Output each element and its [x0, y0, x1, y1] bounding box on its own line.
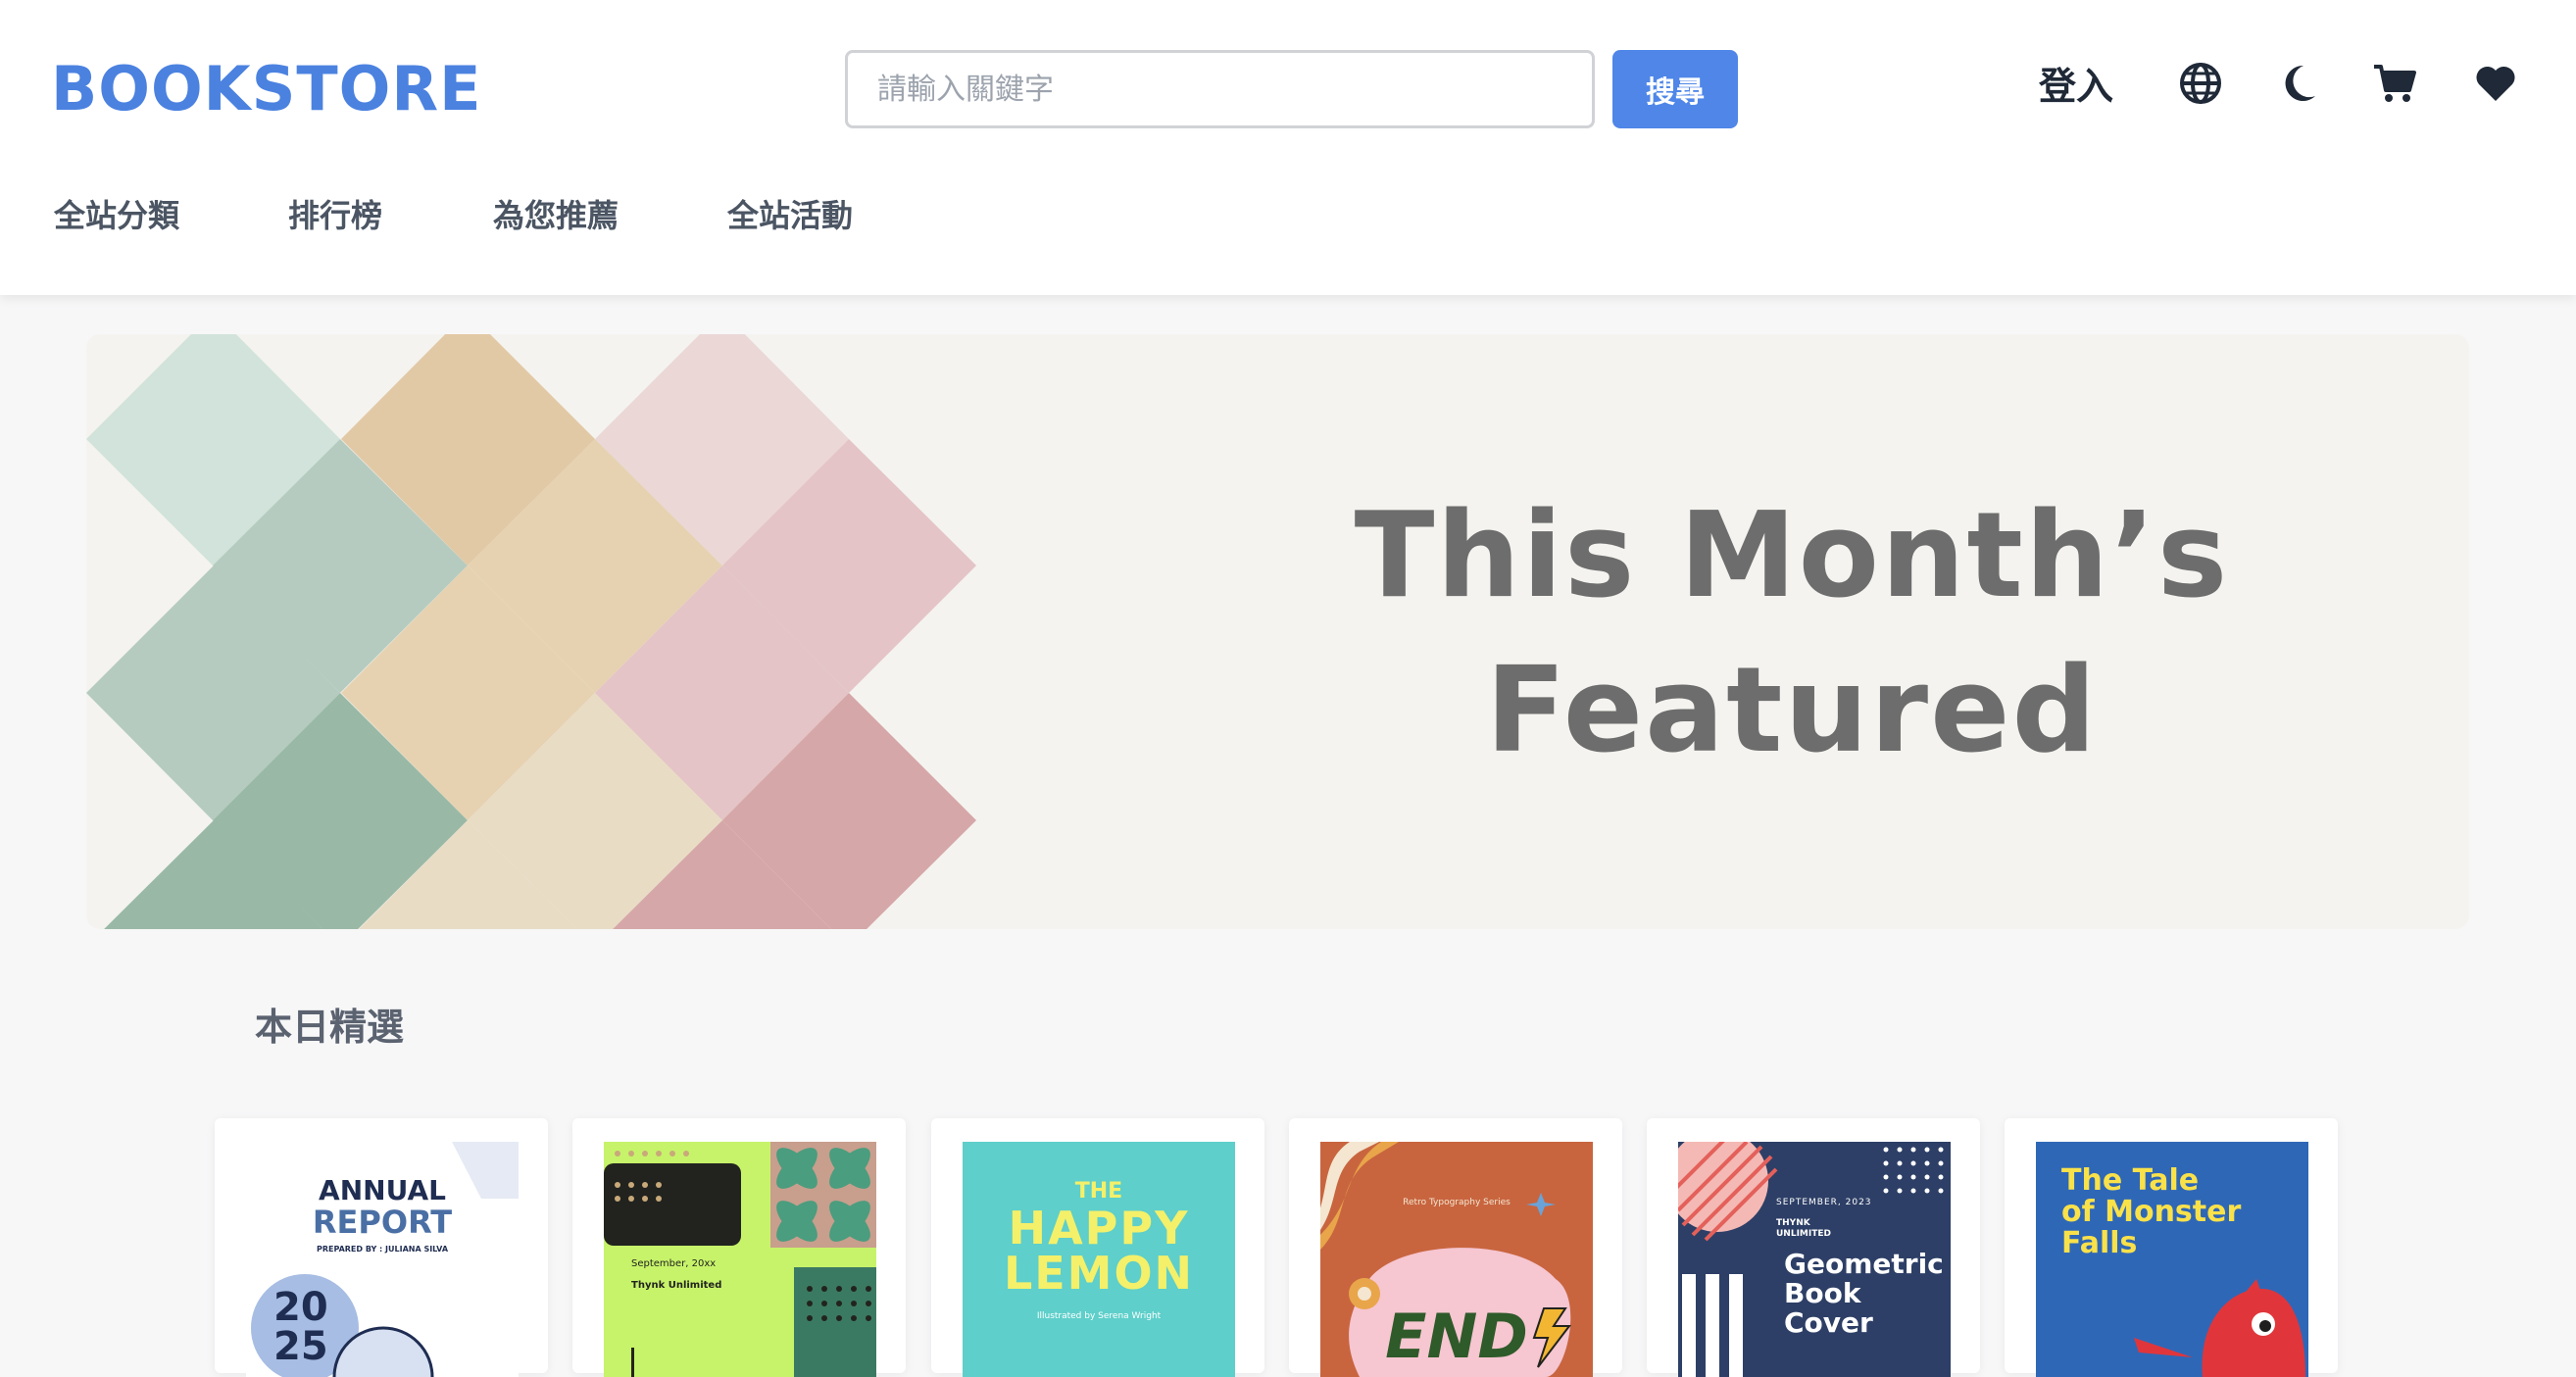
featured-banner[interactable]: This Month’s Featured — [86, 334, 2469, 929]
globe-icon[interactable] — [2178, 61, 2223, 106]
book-card[interactable]: THE HAPPY LEMON Illustrated by Serena Wr… — [931, 1118, 1264, 1377]
book-card[interactable]: ANNUAL REPORT PREPARED BY : JULIANA SILV… — [215, 1118, 548, 1377]
banner-headline-line2: Featured — [1485, 643, 2099, 779]
cover-series: Retro Typography Series — [1403, 1198, 1511, 1207]
nav-item-events[interactable]: 全站活動 — [727, 192, 853, 239]
cover-publisher: UNLIMITED — [1776, 1229, 1831, 1239]
cover-title: of Monster — [2061, 1195, 2242, 1229]
book-cover[interactable]: SEPTEMBER, 2023 THYNK UNLIMITED Geometri… — [1678, 1142, 1951, 1377]
book-cover[interactable]: THE HAPPY LEMON Illustrated by Serena Wr… — [963, 1142, 1235, 1377]
cover-number: 20 — [273, 1285, 328, 1330]
cover-title: HAPPY — [1008, 1202, 1190, 1254]
site-header: BOOKSTORE 搜尋 登入 全站分類 排行榜 為您推薦 全站活動 — [0, 0, 2576, 295]
banner-headline-line1: This Month’s — [1354, 488, 2230, 624]
cover-subtitle: PREPARED BY : JULIANA SILVA — [316, 1245, 449, 1254]
book-cover[interactable]: Retro Typography Series END — [1320, 1142, 1593, 1377]
cover-title: REPORT — [312, 1204, 453, 1241]
cover-date: SEPTEMBER, 2023 — [1776, 1198, 1872, 1207]
section-title-daily-picks: 本日精選 — [255, 1006, 405, 1049]
book-card[interactable]: September, 20xx Thynk Unlimited — [572, 1118, 906, 1377]
login-link[interactable]: 登入 — [2039, 59, 2113, 114]
moon-icon[interactable] — [2276, 61, 2321, 106]
cover-title: Cover — [1784, 1306, 1873, 1339]
cover-title: Book — [1784, 1277, 1861, 1309]
book-cover[interactable]: The Tale of Monster Falls — [2036, 1142, 2308, 1377]
nav-item-recommended[interactable]: 為您推薦 — [493, 192, 619, 239]
heart-icon[interactable] — [2473, 61, 2518, 106]
cover-date: September, 20xx — [631, 1258, 717, 1269]
cover-subtitle: Illustrated by Serena Wright — [1036, 1311, 1162, 1321]
cover-author: Thynk Unlimited — [631, 1280, 722, 1291]
nav-item-categories[interactable]: 全站分類 — [54, 192, 179, 239]
cover-publisher: THYNK — [1776, 1218, 1810, 1228]
book-cover[interactable]: ANNUAL REPORT PREPARED BY : JULIANA SILV… — [246, 1142, 519, 1377]
cover-title: END — [1385, 1301, 1528, 1372]
banner-headline: This Month’s Featured — [1243, 479, 2341, 789]
search-input[interactable] — [845, 50, 1595, 128]
nav-item-rankings[interactable]: 排行榜 — [288, 192, 382, 239]
book-card[interactable]: SEPTEMBER, 2023 THYNK UNLIMITED Geometri… — [1647, 1118, 1980, 1377]
cover-title: ANNUAL — [319, 1174, 446, 1206]
book-card[interactable]: The Tale of Monster Falls — [2005, 1118, 2338, 1377]
cover-number: 25 — [273, 1324, 328, 1369]
cover-title: The Tale — [2061, 1163, 2200, 1198]
cover-title: LEMON — [1003, 1247, 1195, 1300]
banner-pattern-graphic — [86, 334, 976, 929]
cover-title: Geometric — [1784, 1248, 1944, 1280]
cart-icon[interactable] — [2372, 61, 2417, 106]
book-card[interactable]: Retro Typography Series END — [1289, 1118, 1622, 1377]
book-cover[interactable]: September, 20xx Thynk Unlimited — [604, 1142, 876, 1377]
cover-title: Falls — [2061, 1226, 2138, 1260]
site-logo[interactable]: BOOKSTORE — [51, 55, 481, 123]
search-button[interactable]: 搜尋 — [1612, 50, 1738, 128]
